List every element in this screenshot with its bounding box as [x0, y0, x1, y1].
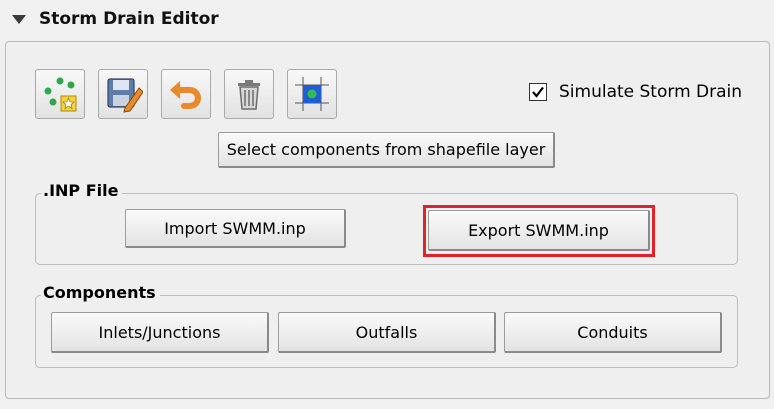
collapse-arrow-icon[interactable]	[12, 15, 26, 24]
conduits-button[interactable]: Conduits	[504, 312, 722, 353]
trash-icon	[238, 80, 260, 110]
inlets-junctions-button[interactable]: Inlets/Junctions	[51, 312, 269, 353]
grid-cell-icon	[295, 77, 329, 111]
components-group-title: Components	[41, 283, 160, 302]
points-star-icon	[44, 77, 77, 112]
inp-file-group-title: .INP File	[41, 181, 123, 200]
delete-button[interactable]	[224, 69, 274, 119]
section-header[interactable]: Storm Drain Editor	[0, 0, 774, 38]
save-edit-icon	[107, 78, 143, 113]
simulate-checkbox[interactable]	[529, 83, 547, 101]
add-points-button[interactable]	[35, 69, 85, 119]
undo-icon	[170, 81, 201, 109]
import-swmm-button[interactable]: Import SWMM.inp	[125, 209, 346, 248]
undo-button[interactable]	[161, 69, 211, 119]
save-edit-button[interactable]	[98, 69, 148, 119]
grid-cell-button[interactable]	[287, 69, 337, 119]
checkmark-icon	[532, 86, 544, 98]
simulate-label: Simulate Storm Drain	[559, 82, 743, 102]
outfalls-button[interactable]: Outfalls	[278, 312, 496, 353]
select-components-button[interactable]: Select components from shapefile layer	[218, 132, 555, 168]
section-title: Storm Drain Editor	[39, 9, 219, 29]
export-highlight-frame	[423, 205, 655, 257]
